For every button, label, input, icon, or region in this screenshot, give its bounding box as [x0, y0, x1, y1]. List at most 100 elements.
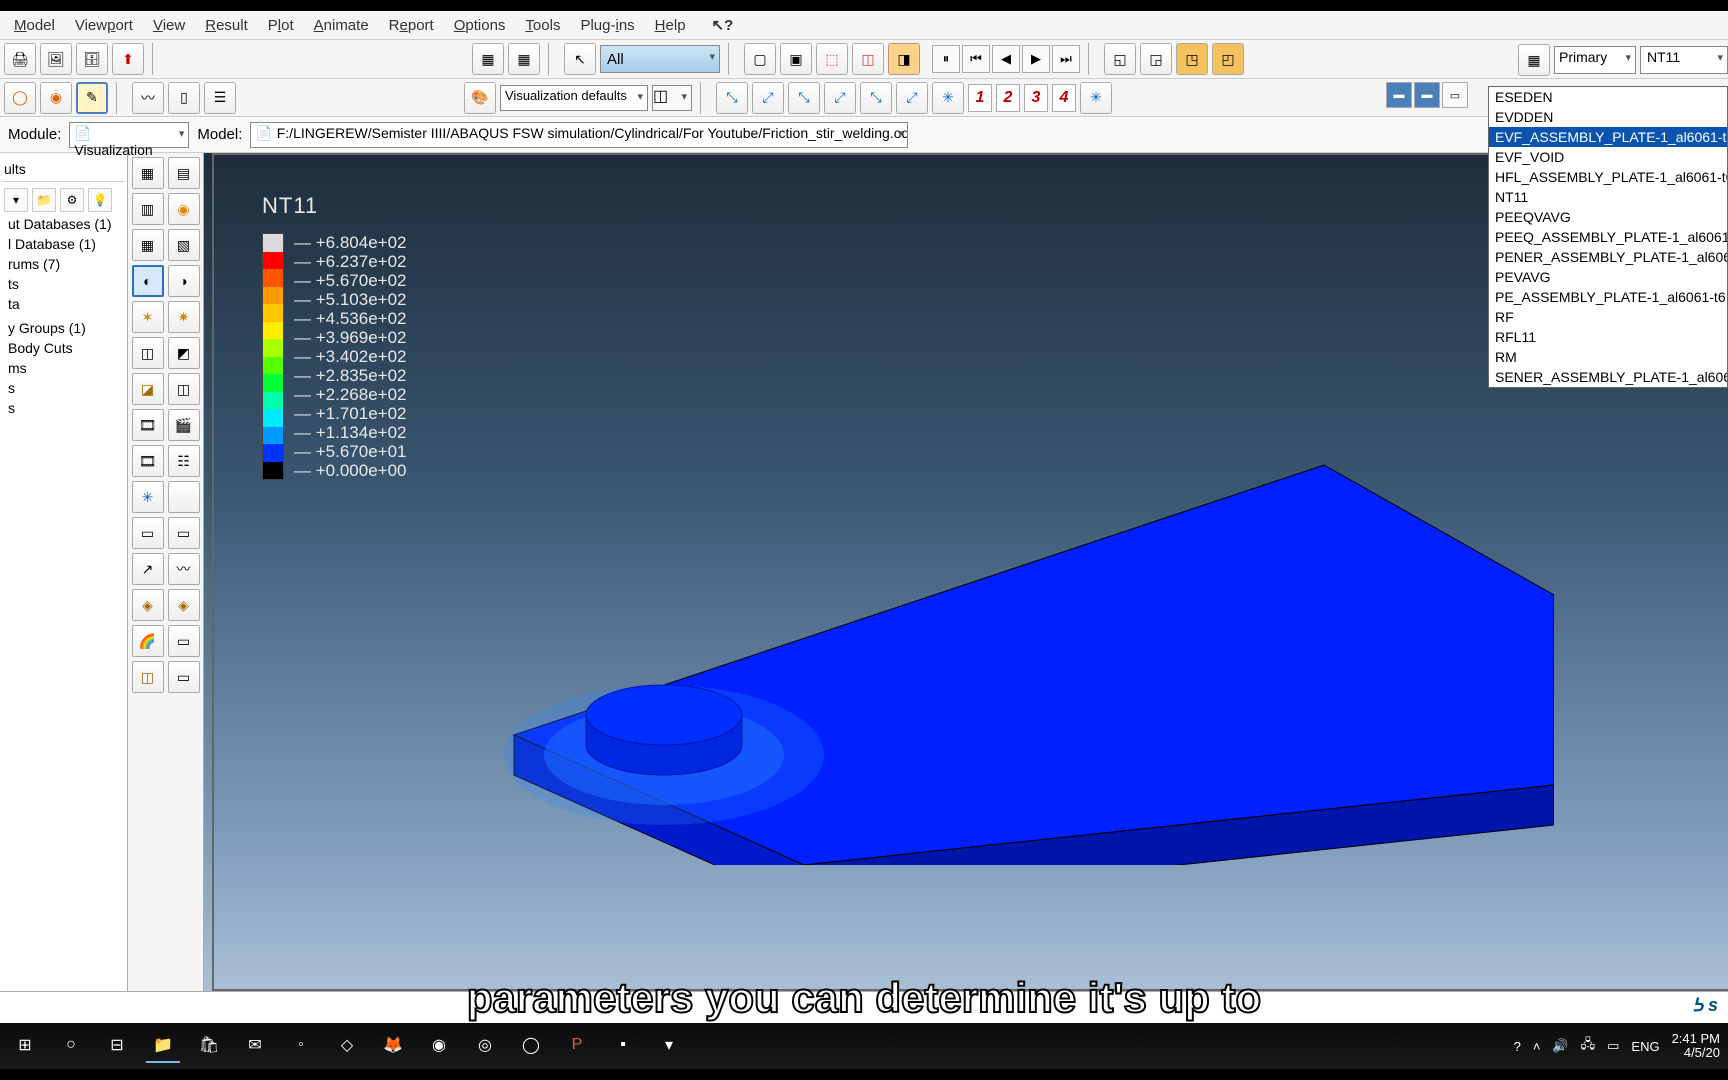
save-image-button[interactable]: 🖼	[40, 43, 72, 75]
field-output-toggle[interactable]: ▦	[1518, 44, 1550, 76]
tool-material-2[interactable]: ◩	[168, 337, 200, 369]
output-variable-select[interactable]: NT11	[1640, 46, 1728, 74]
tool-contour-opt[interactable]: ◑	[168, 265, 200, 297]
colormap-select[interactable]: Visualization defaults	[500, 85, 648, 111]
chrome-icon[interactable]: ◯	[514, 1029, 548, 1063]
tool-symbol-2[interactable]: ✷	[168, 301, 200, 333]
tool-contour-on[interactable]: ◐	[132, 265, 164, 297]
tool-field-2[interactable]: ◈	[168, 589, 200, 621]
tool-probe-2[interactable]: ▭	[168, 661, 200, 693]
brush-button[interactable]: ✎	[76, 82, 108, 114]
tree-item[interactable]: Body Cuts	[2, 338, 125, 358]
perspective-1[interactable]: ◱	[1104, 43, 1136, 75]
tree-item[interactable]: y Groups (1)	[2, 318, 125, 338]
prev-frame-button[interactable]: ◀	[992, 45, 1020, 73]
dropdown-option[interactable]: PEEQVAVG	[1489, 207, 1727, 227]
print-button[interactable]: 🖨	[4, 43, 36, 75]
csys-b[interactable]: ⤡	[860, 82, 892, 114]
context-help-icon[interactable]: ↖?	[702, 13, 744, 37]
menu-plugins[interactable]: Plug-ins	[570, 14, 644, 37]
menu-help[interactable]: Help	[645, 14, 696, 37]
dropdown-option[interactable]: PEVAVG	[1489, 267, 1727, 287]
menu-options[interactable]: Options	[444, 14, 516, 37]
dropdown-option[interactable]: RM	[1489, 347, 1727, 367]
tool-common-1[interactable]: ▦	[132, 157, 164, 189]
variable-dropdown[interactable]: ESEDENEVDDENEVF_ASSEMBLY_PLATE-1_al6061-…	[1488, 86, 1728, 388]
tool-csys[interactable]: ✳	[132, 481, 164, 513]
model-path[interactable]: 📄 F:/LINGEREW/Semister IIII/ABAQUS FSW s…	[250, 122, 908, 148]
render-style-select[interactable]: ◫	[652, 85, 692, 111]
tool-xy-2[interactable]: ▭	[168, 517, 200, 549]
app-2-icon[interactable]: ◉	[422, 1029, 456, 1063]
dropdown-option[interactable]: HFL_ASSEMBLY_PLATE-1_al6061-t6 pl	[1489, 167, 1727, 187]
clock[interactable]: 2:41 PM 4/5/20	[1672, 1032, 1720, 1060]
tree-item[interactable]: ta	[2, 294, 125, 314]
tree-tool-2[interactable]: 📁	[32, 188, 56, 212]
perspective-2[interactable]: ◲	[1140, 43, 1172, 75]
palette-button[interactable]: 🎨	[464, 82, 496, 114]
menu-plot[interactable]: Plot	[258, 14, 304, 37]
tree-tool-1[interactable]: ▾	[4, 188, 28, 212]
tool-ply-2[interactable]: ◫	[168, 373, 200, 405]
dropdown-option[interactable]: EVF_VOID	[1489, 147, 1727, 167]
dropdown-option[interactable]: RF	[1489, 307, 1727, 327]
list-button[interactable]: ☰	[204, 82, 236, 114]
app-1-icon[interactable]: ◦	[284, 1029, 318, 1063]
tool-anim-opt[interactable]: ☷	[168, 445, 200, 477]
view-4[interactable]: 4	[1052, 84, 1076, 112]
search-button[interactable]: ○	[54, 1029, 88, 1063]
upload-button[interactable]: ⬆	[112, 43, 144, 75]
tool-common-2[interactable]: ▤	[168, 157, 200, 189]
menu-animate[interactable]: Animate	[304, 14, 379, 37]
tree-item[interactable]: rums (7)	[2, 254, 125, 274]
cube-1[interactable]: ▢	[744, 43, 776, 75]
app-4-icon[interactable]: ▾	[652, 1029, 686, 1063]
tool-view-opt[interactable]: ▭	[168, 625, 200, 657]
module-select[interactable]: 📄 Visualization	[69, 122, 189, 148]
mail-icon[interactable]: ✉	[238, 1029, 272, 1063]
view-2[interactable]: 2	[996, 84, 1020, 112]
databases-button[interactable]: 🗄	[76, 43, 108, 75]
tool-contour-2[interactable]: ▧	[168, 229, 200, 261]
view-3[interactable]: 3	[1024, 84, 1048, 112]
csys-custom[interactable]: ✳	[1080, 82, 1112, 114]
menu-tools[interactable]: Tools	[515, 14, 570, 37]
curve-button[interactable]: 〰	[132, 82, 164, 114]
csys-a[interactable]: ⤢	[824, 82, 856, 114]
app-3-icon[interactable]: ◎	[468, 1029, 502, 1063]
dropdown-option[interactable]: EVF_ASSEMBLY_PLATE-1_al6061-t6 pla	[1489, 127, 1727, 147]
task-view-button[interactable]: ⊟	[100, 1029, 134, 1063]
mode-3[interactable]: ◨	[888, 43, 920, 75]
first-frame-button[interactable]: ⏮	[962, 45, 990, 73]
next-frame-button[interactable]: ▶	[1022, 45, 1050, 73]
tree-item[interactable]: l Database (1)	[2, 234, 125, 254]
dropdown-option[interactable]: SENER_ASSEMBLY_PLATE-1_al6061-t6	[1489, 367, 1727, 387]
tool-xy-1[interactable]: ▭	[132, 517, 164, 549]
menu-viewport[interactable]: Viewport	[65, 14, 143, 37]
perspective-3[interactable]: ◳	[1176, 43, 1208, 75]
cube-2[interactable]: ▣	[780, 43, 812, 75]
layout-2[interactable]: ▬	[1414, 82, 1440, 108]
mode-2[interactable]: ◫	[852, 43, 884, 75]
dropdown-option[interactable]: NT11	[1489, 187, 1727, 207]
tool-xy-3[interactable]: ↗	[132, 553, 164, 585]
tool-anim-2[interactable]: 🎬	[168, 409, 200, 441]
help-tray-icon[interactable]: ?	[1514, 1039, 1521, 1054]
menu-result[interactable]: Result	[195, 14, 258, 37]
csys-xz[interactable]: ⤢	[752, 82, 784, 114]
battery-icon[interactable]: ▭	[1607, 1038, 1619, 1054]
dropdown-option[interactable]: PE_ASSEMBLY_PLATE-1_al6061-t6 plat	[1489, 287, 1727, 307]
csys-global[interactable]: ✳	[932, 82, 964, 114]
mode-1[interactable]: ⬚	[816, 43, 848, 75]
csys-c[interactable]: ⤢	[896, 82, 928, 114]
tool-anim-3[interactable]: 🎞	[132, 445, 164, 477]
menu-view[interactable]: View	[143, 14, 195, 37]
dropdown-option[interactable]: EVDDEN	[1489, 107, 1727, 127]
dropbox-icon[interactable]: ◇	[330, 1029, 364, 1063]
tool-xy-4[interactable]: 〰	[168, 553, 200, 585]
dropdown-option[interactable]: ESEDEN	[1489, 87, 1727, 107]
dropdown-option[interactable]: PEEQ_ASSEMBLY_PLATE-1_al6061-t6 p	[1489, 227, 1727, 247]
tool-material-1[interactable]: ◫	[132, 337, 164, 369]
circle-2[interactable]: ◉	[40, 82, 72, 114]
selection-filter[interactable]: All	[600, 45, 720, 73]
